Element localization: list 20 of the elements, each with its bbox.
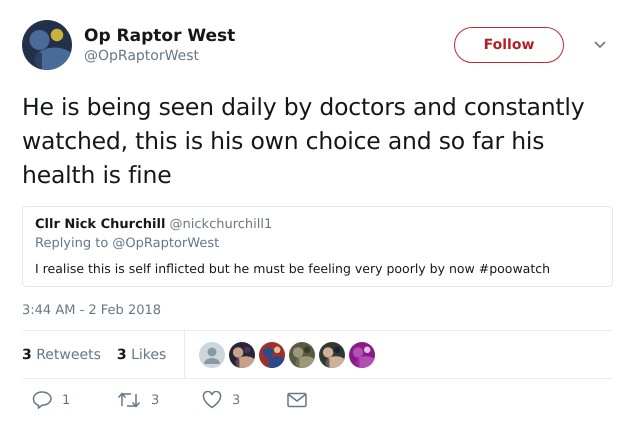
stat-count[interactable]: 3 Retweets xyxy=(22,346,101,362)
follow-button[interactable]: Follow xyxy=(454,27,564,63)
envelope-icon[interactable] xyxy=(287,392,307,408)
quoted-tweet[interactable]: Cllr Nick Churchill @nickchurchill1 Replying to @OpRaptorWest I realise this is self inflicted but he must be feeling very poorly by now #poowatch xyxy=(22,206,613,287)
replying-to: Replying to @OpRaptorWest xyxy=(35,236,220,251)
quoted-author: Cllr Nick Churchill @nickchurchill1 xyxy=(35,217,274,232)
reply-icon[interactable] xyxy=(32,391,52,409)
action-count: 3 xyxy=(151,392,160,408)
heart-icon[interactable] xyxy=(202,391,222,409)
avatar-icon[interactable] xyxy=(199,342,226,368)
stat-count[interactable]: 3 Likes xyxy=(116,346,166,362)
timestamp[interactable]: 3:44 AM - 2 Feb 2018 xyxy=(22,303,612,318)
quoted-text: I realise this is self inflicted but he must be feeling very poorly by now #poowatch xyxy=(35,261,552,276)
tweet-text: He is being seen daily by doctors and constantly watched, this is his own choice and so far his health is fine xyxy=(22,92,586,191)
action-count: 3 xyxy=(232,392,240,408)
chevron-icon[interactable] xyxy=(594,41,606,49)
author-handle[interactable]: @OpRaptorWest xyxy=(84,48,442,64)
retweet-icon[interactable] xyxy=(117,391,141,409)
author-name[interactable]: Op Raptor West xyxy=(84,26,442,46)
action-count: 1 xyxy=(62,392,70,408)
